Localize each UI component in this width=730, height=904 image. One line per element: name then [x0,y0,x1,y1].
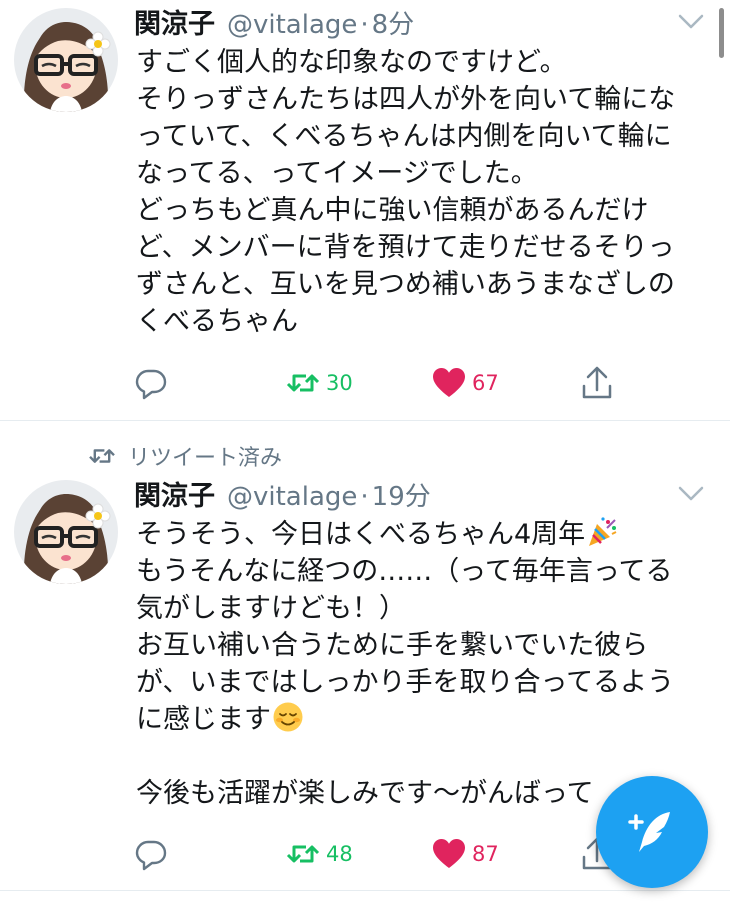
heart-icon [433,839,465,868]
display-name[interactable]: 関涼子 [134,2,215,41]
tweet-text-line: が、いまではしっかり手を取り合ってるよう [136,667,675,698]
share-button[interactable] [581,361,613,405]
compose-tweet-icon [628,812,670,852]
compose-tweet-button[interactable] [596,776,708,888]
chevron-down-icon[interactable] [678,486,704,502]
reply-icon [135,840,167,871]
tweet-text-line: もうそんなに経つの……（って毎年言ってる [136,556,673,587]
tweet-text-line: に感じます [136,701,726,738]
like-count: 67 [472,371,499,395]
smiling-face-emoji [272,701,304,733]
heart-icon [433,368,465,397]
user-handle[interactable]: @vitalage [227,10,357,40]
tweet-text-line: どっちもど真ん中に強い信頼があるんだけ [136,195,649,226]
tweet-text-line: お互い補い合うために手を繋いでいた彼ら [136,630,649,661]
user-handle[interactable]: @vitalage [227,482,357,512]
tweet-text-line: っていて、くべるちゃんは内側を向いて輪に [136,121,672,152]
avatar[interactable] [14,8,118,112]
tweet-divider [0,890,730,891]
tweet-text: すごく個人的な印象なのですけど。 そりっずさんたちは四人が外を向いて輪にな って… [136,44,726,340]
avatar-image [14,480,118,584]
retweet-context: リツイート済み [88,441,282,471]
tweet-text: そうそう、今日はくべるちゃん4周年 もうそんなに経つの……（って毎年言ってる 気… [136,516,726,812]
tweet-divider [0,420,730,421]
tweet-text-line: そりっずさんたちは四人が外を向いて輪にな [136,84,676,115]
tweet-text-line [136,738,726,775]
tweet-text-line: ど、メンバーに背を預けて走りだせるそりっ [136,232,675,263]
tweet-text-segment: に感じます [136,704,271,735]
like-button[interactable]: 67 [432,361,499,405]
retweet-icon [286,374,320,392]
tweet-actions: 30 67 [0,361,730,405]
tweet-text-segment: そうそう、今日はくべるちゃん4周年 [136,519,586,550]
retweet-icon [286,845,320,863]
tweet-text-line: 気がしますけども！） [136,593,406,624]
reply-button[interactable] [134,832,168,876]
like-button[interactable]: 87 [432,832,499,876]
tweet-text-line: そうそう、今日はくべるちゃん4周年 [136,516,726,553]
tweet-text-line: なってる、ってイメージでした。 [136,158,538,189]
reply-icon [135,369,167,400]
retweet-button[interactable]: 30 [286,361,353,405]
retweet-count: 48 [326,842,353,866]
scrollbar[interactable] [719,8,724,58]
tweet-header: 関涼子 @vitalage · 19分 [134,474,431,514]
avatar[interactable] [14,480,118,584]
party-popper-emoji [586,516,618,548]
separator-dot: · [360,482,369,512]
tweet[interactable]: 関涼子 @vitalage · 8分 すごく個人的な印象なのですけど。 そりっず… [0,0,730,420]
tweet-text-line: すごく個人的な印象なのですけど。 [136,47,567,78]
timestamp[interactable]: 19分 [372,476,431,513]
retweet-context-label: リツイート済み [128,446,283,471]
display-name[interactable]: 関涼子 [134,474,215,513]
avatar-image [14,8,118,112]
timestamp[interactable]: 8分 [372,4,415,41]
separator-dot: · [360,10,369,40]
like-count: 87 [472,842,499,866]
tweet-header: 関涼子 @vitalage · 8分 [134,2,414,42]
retweet-icon [89,449,115,463]
reply-button[interactable] [134,361,168,405]
tweet-text-line: くべるちゃん [136,306,298,337]
retweet-button[interactable]: 48 [286,832,353,876]
share-icon [582,366,612,399]
chevron-down-icon[interactable] [678,14,704,30]
retweet-count: 30 [326,371,353,395]
tweet-text-line: ずさんと、互いを見つめ補いあうまなざしの [136,269,675,300]
